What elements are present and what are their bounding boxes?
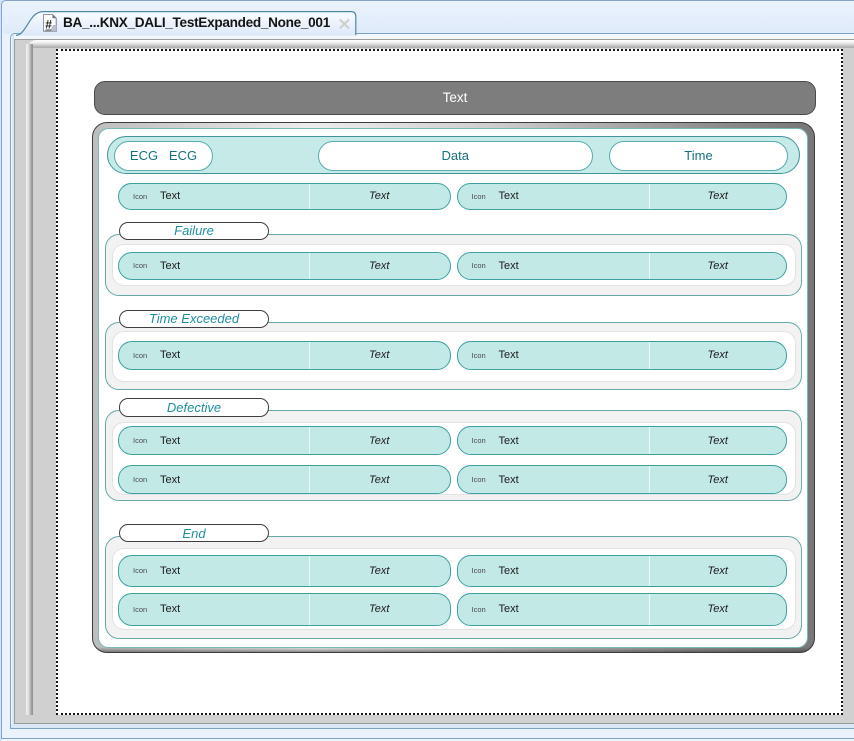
svg-text:BA_...KNX_DALI_TestExpanded_No: BA_...KNX_DALI_TestExpanded_None_001 bbox=[63, 15, 331, 30]
